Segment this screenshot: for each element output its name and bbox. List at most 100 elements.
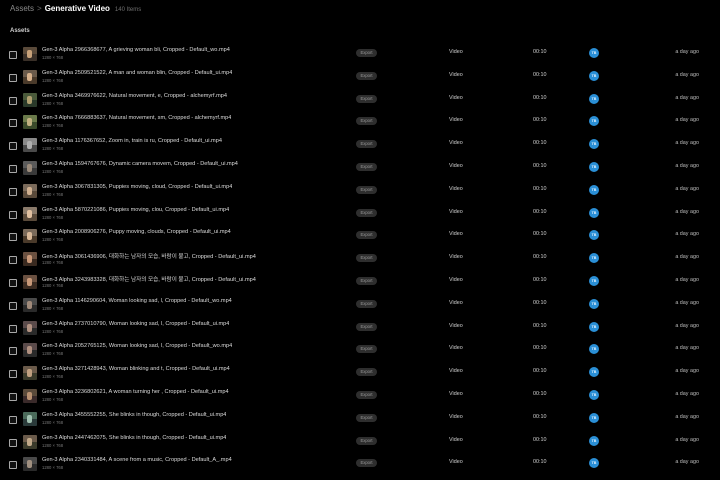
video-thumbnail[interactable] [23, 160, 37, 175]
avatar[interactable]: TB [589, 116, 599, 127]
avatar[interactable]: TB [589, 70, 599, 81]
table-row[interactable]: Gen-3 Alpha 2340331484, A scene from a m… [0, 454, 720, 477]
avatar[interactable]: TB [589, 275, 599, 286]
video-thumbnail[interactable] [23, 92, 37, 107]
video-thumbnail[interactable] [23, 411, 37, 426]
avatar[interactable]: TB [589, 344, 599, 355]
avatar[interactable]: TB [589, 298, 599, 309]
file-name[interactable]: Gen-3 Alpha 3455552255, She blinks in th… [42, 412, 226, 418]
table-row[interactable]: Gen-3 Alpha 2737010790, Woman looking sa… [0, 318, 720, 341]
video-thumbnail[interactable] [23, 69, 37, 84]
export-badge[interactable]: Export [356, 117, 377, 126]
video-thumbnail[interactable] [23, 115, 37, 130]
file-name[interactable]: Gen-3 Alpha 2052765125, Woman looking sa… [42, 343, 232, 349]
export-badge[interactable]: Export [356, 299, 377, 308]
row-checkbox[interactable] [9, 233, 17, 242]
row-checkbox[interactable] [9, 142, 17, 151]
export-badge[interactable]: Export [356, 368, 377, 377]
table-row[interactable]: Gen-3 Alpha 3243983328, 대화하는 남자의 모습, 바람이… [0, 272, 720, 295]
avatar[interactable]: TB [589, 458, 599, 469]
file-name[interactable]: Gen-3 Alpha 1146290604, Woman looking sa… [42, 298, 232, 304]
file-name[interactable]: Gen-3 Alpha 2008906276, Puppy moving, cl… [42, 229, 231, 235]
file-name[interactable]: Gen-3 Alpha 2340331484, A scene from a m… [42, 457, 232, 463]
video-thumbnail[interactable] [23, 138, 37, 153]
avatar[interactable]: TB [589, 253, 599, 264]
row-checkbox[interactable] [9, 347, 17, 356]
video-thumbnail[interactable] [23, 47, 37, 61]
export-badge[interactable]: Export [356, 94, 377, 103]
export-badge[interactable]: Export [356, 254, 377, 263]
video-thumbnail[interactable] [23, 297, 37, 312]
table-row[interactable]: Gen-3 Alpha 2447462075, She blinks in th… [0, 432, 720, 455]
row-checkbox[interactable] [9, 370, 17, 379]
avatar[interactable]: TB [589, 139, 599, 150]
avatar[interactable]: TB [589, 207, 599, 218]
file-name[interactable]: Gen-3 Alpha 2447462075, She blinks in th… [42, 435, 226, 441]
file-name[interactable]: Gen-3 Alpha 2737010790, Woman looking sa… [42, 321, 229, 327]
table-row[interactable]: Gen-3 Alpha 3455552255, She blinks in th… [0, 409, 720, 432]
avatar[interactable]: TB [589, 412, 599, 423]
row-checkbox[interactable] [9, 210, 17, 219]
table-row[interactable]: Gen-3 Alpha 1594767676, Dynamic camera m… [0, 158, 720, 181]
avatar[interactable]: TB [589, 389, 599, 400]
video-thumbnail[interactable] [23, 366, 37, 381]
video-thumbnail[interactable] [23, 206, 37, 221]
file-name[interactable]: Gen-3 Alpha 3061436906, 대화하는 남자의 모습, 바람이… [42, 252, 256, 260]
video-thumbnail[interactable] [23, 457, 37, 472]
table-row[interactable]: Gen-3 Alpha 2008906276, Puppy moving, cl… [0, 226, 720, 249]
file-name[interactable]: Gen-3 Alpha 1594767676, Dynamic camera m… [42, 161, 238, 167]
row-checkbox[interactable] [9, 164, 17, 173]
row-checkbox[interactable] [9, 73, 17, 82]
video-thumbnail[interactable] [23, 320, 37, 335]
table-row[interactable]: Gen-3 Alpha 2509521522, A man and woman … [0, 67, 720, 90]
row-checkbox[interactable] [9, 461, 17, 470]
table-row[interactable]: Gen-3 Alpha 1176367652, Zoom in, train i… [0, 135, 720, 158]
avatar[interactable]: TB [589, 435, 599, 446]
export-badge[interactable]: Export [356, 185, 377, 194]
row-checkbox[interactable] [9, 51, 17, 59]
table-row[interactable]: Gen-3 Alpha 7666883637, Natural movement… [0, 112, 720, 135]
row-checkbox[interactable] [9, 187, 17, 196]
row-checkbox[interactable] [9, 96, 17, 105]
file-name[interactable]: Gen-3 Alpha 3236802621, A woman turning … [42, 389, 229, 395]
row-checkbox[interactable] [9, 301, 17, 310]
table-row[interactable]: Gen-3 Alpha 3067831305, Puppies moving, … [0, 181, 720, 204]
table-row[interactable]: Gen-3 Alpha 2052765125, Woman looking sa… [0, 340, 720, 363]
file-name[interactable]: Gen-3 Alpha 7666883637, Natural movement… [42, 115, 231, 121]
table-row[interactable]: Gen-3 Alpha 3061436906, 대화하는 남자의 모습, 바람이… [0, 249, 720, 272]
video-thumbnail[interactable] [23, 434, 37, 449]
video-thumbnail[interactable] [23, 343, 37, 358]
export-badge[interactable]: Export [356, 140, 377, 149]
video-thumbnail[interactable] [23, 183, 37, 198]
export-badge[interactable]: Export [356, 390, 377, 399]
export-badge[interactable]: Export [356, 322, 377, 331]
avatar[interactable]: TB [589, 48, 599, 58]
table-row[interactable]: Gen-3 Alpha 3236802621, A woman turning … [0, 386, 720, 409]
row-checkbox[interactable] [9, 324, 17, 333]
export-badge[interactable]: Export [356, 231, 377, 240]
video-thumbnail[interactable] [23, 252, 37, 267]
avatar[interactable]: TB [589, 93, 599, 104]
file-name[interactable]: Gen-3 Alpha 3271428943, Woman blinking a… [42, 366, 230, 372]
file-name[interactable]: Gen-3 Alpha 3067831305, Puppies moving, … [42, 184, 232, 190]
export-badge[interactable]: Export [356, 208, 377, 217]
file-name[interactable]: Gen-3 Alpha 1176367652, Zoom in, train i… [42, 138, 222, 144]
table-row[interactable]: Gen-3 Alpha 3469976622, Natural movement… [0, 90, 720, 113]
table-row[interactable]: Gen-3 Alpha 3271428943, Woman blinking a… [0, 363, 720, 386]
row-checkbox[interactable] [9, 256, 17, 265]
row-checkbox[interactable] [9, 415, 17, 424]
export-badge[interactable]: Export [356, 436, 377, 445]
table-row[interactable]: Gen-3 Alpha 1146290604, Woman looking sa… [0, 295, 720, 318]
row-checkbox[interactable] [9, 392, 17, 401]
export-badge[interactable]: Export [356, 459, 377, 468]
table-row[interactable]: Gen-3 Alpha 5870221086, Puppies moving, … [0, 204, 720, 227]
export-badge[interactable]: Export [356, 49, 377, 57]
table-row[interactable]: Gen-3 Alpha 2966368677, A grieving woman… [0, 44, 720, 67]
avatar[interactable]: TB [589, 230, 599, 241]
avatar[interactable]: TB [589, 184, 599, 195]
file-name[interactable]: Gen-3 Alpha 3243983328, 대화하는 남자의 모습, 바람이… [42, 275, 256, 283]
video-thumbnail[interactable] [23, 388, 37, 403]
avatar[interactable]: TB [589, 367, 599, 378]
export-badge[interactable]: Export [356, 413, 377, 422]
row-checkbox[interactable] [9, 278, 17, 287]
